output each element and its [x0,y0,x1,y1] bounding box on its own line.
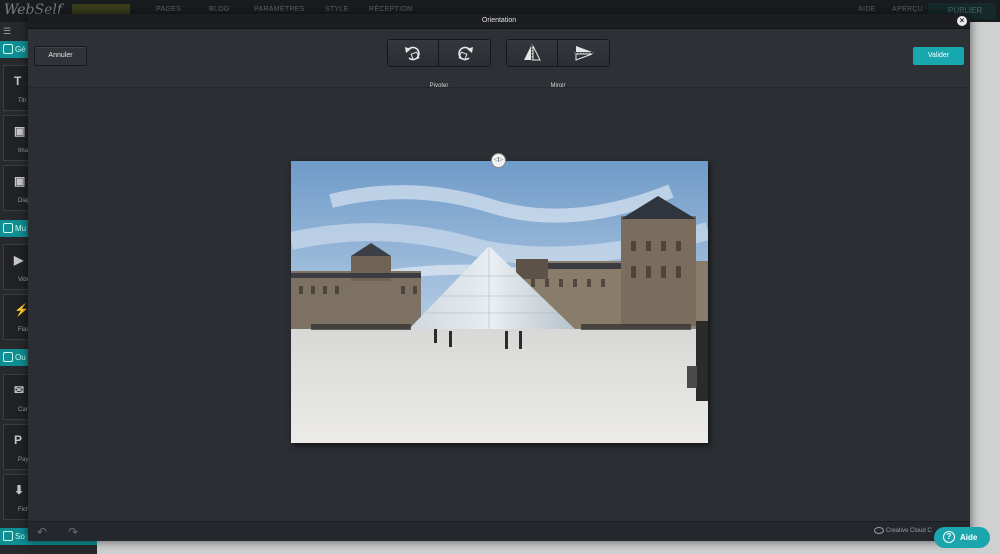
rotation-handle[interactable]: ◁▷ [491,153,506,168]
nav-style[interactable]: STYLE [325,6,349,13]
text-icon: T [14,74,22,88]
nav-reception[interactable]: RÉCEPTION [369,6,413,13]
tools-icon [3,352,13,362]
redo-icon[interactable]: ↷ [68,525,78,539]
rotate-right-icon [457,46,473,61]
page-canvas-edge [970,22,1000,554]
orientation-dialog: Orientation × Annuler Pivoter Miroir Val… [28,14,970,541]
video-icon: ▶ [14,253,24,267]
mirror-group [506,39,610,67]
undo-icon[interactable]: ↶ [37,525,47,539]
flip-vertical-button[interactable] [558,40,609,66]
orientation-toolbar: Annuler Pivoter Miroir Valider [28,29,970,89]
louvre-photo[interactable] [291,161,708,443]
nav-blog[interactable]: BLOG [209,6,230,13]
rotate-group [387,39,491,67]
slideshow-icon: ▣ [14,174,26,188]
rotate-right-button[interactable] [439,40,490,66]
help-button[interactable]: ? Aide [934,527,990,548]
validate-button[interactable]: Valider [913,47,964,65]
image-icon: ▣ [14,124,26,138]
nav-help[interactable]: AIDE [858,6,876,13]
creative-cloud-label: Creative Cloud C [886,528,932,534]
rotate-left-button[interactable] [388,40,439,66]
media-icon [3,223,13,233]
close-icon[interactable]: × [957,16,967,26]
menu-icon[interactable]: ☰ [3,26,11,37]
creative-cloud-icon [874,527,884,534]
image-canvas: ◁▷ [28,88,970,521]
help-label: Aide [960,533,978,542]
flash-icon: ⚡ [14,303,29,317]
dialog-titlebar: Orientation × [28,14,970,29]
nav-preview[interactable]: APERÇU [892,6,923,13]
nav-settings[interactable]: PARAMÈTRES [254,6,305,13]
help-icon: ? [943,531,955,543]
cancel-button[interactable]: Annuler [34,46,87,66]
photo-image [291,161,708,443]
social-icon [3,531,13,541]
flip-vertical-icon [573,46,594,61]
flip-horizontal-icon [524,44,541,62]
dialog-statusbar: ↶ ↷ Creative Cloud C [28,521,970,541]
nav-pages[interactable]: PAGES [156,6,181,13]
paypal-icon: P [14,433,23,447]
download-icon: ⬇ [14,483,25,497]
dialog-title: Orientation [481,17,517,24]
map-icon: ✉ [14,383,25,397]
flip-horizontal-button[interactable] [507,40,558,66]
grid-icon [3,44,13,54]
rotate-left-icon [405,46,420,61]
